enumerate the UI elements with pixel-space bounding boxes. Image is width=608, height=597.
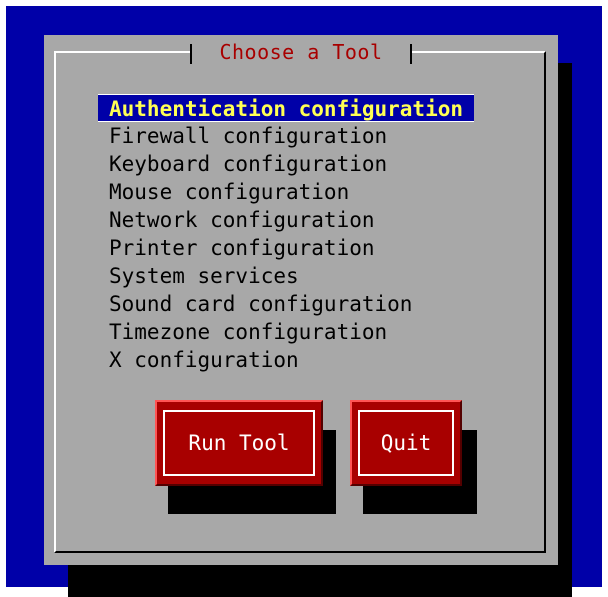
quit-button-label: Quit <box>358 410 454 476</box>
tool-item-authentication[interactable]: Authentication configuration <box>98 94 475 122</box>
tool-item-firewall[interactable]: Firewall configuration <box>98 122 474 150</box>
tool-item-sound-card[interactable]: Sound card configuration <box>98 290 474 318</box>
dialog-title-box: Choose a Tool <box>190 36 412 66</box>
run-tool-button-label: Run Tool <box>163 410 315 476</box>
tool-item-mouse[interactable]: Mouse configuration <box>98 178 474 206</box>
run-tool-button[interactable]: Run Tool <box>155 400 323 486</box>
tool-item-timezone[interactable]: Timezone configuration <box>98 318 474 346</box>
tool-item-x-configuration[interactable]: X configuration <box>98 346 474 374</box>
dialog-title: Choose a Tool <box>219 40 383 64</box>
tool-item-system-services[interactable]: System services <box>98 262 474 290</box>
tool-item-keyboard[interactable]: Keyboard configuration <box>98 150 474 178</box>
terminal-screen: Choose a Tool Authentication configurati… <box>6 6 602 597</box>
tool-item-printer[interactable]: Printer configuration <box>98 234 474 262</box>
quit-button[interactable]: Quit <box>350 400 462 486</box>
tool-item-network[interactable]: Network configuration <box>98 206 474 234</box>
tool-list[interactable]: Authentication configuration Firewall co… <box>98 94 475 374</box>
choose-tool-dialog: Choose a Tool Authentication configurati… <box>44 35 558 565</box>
